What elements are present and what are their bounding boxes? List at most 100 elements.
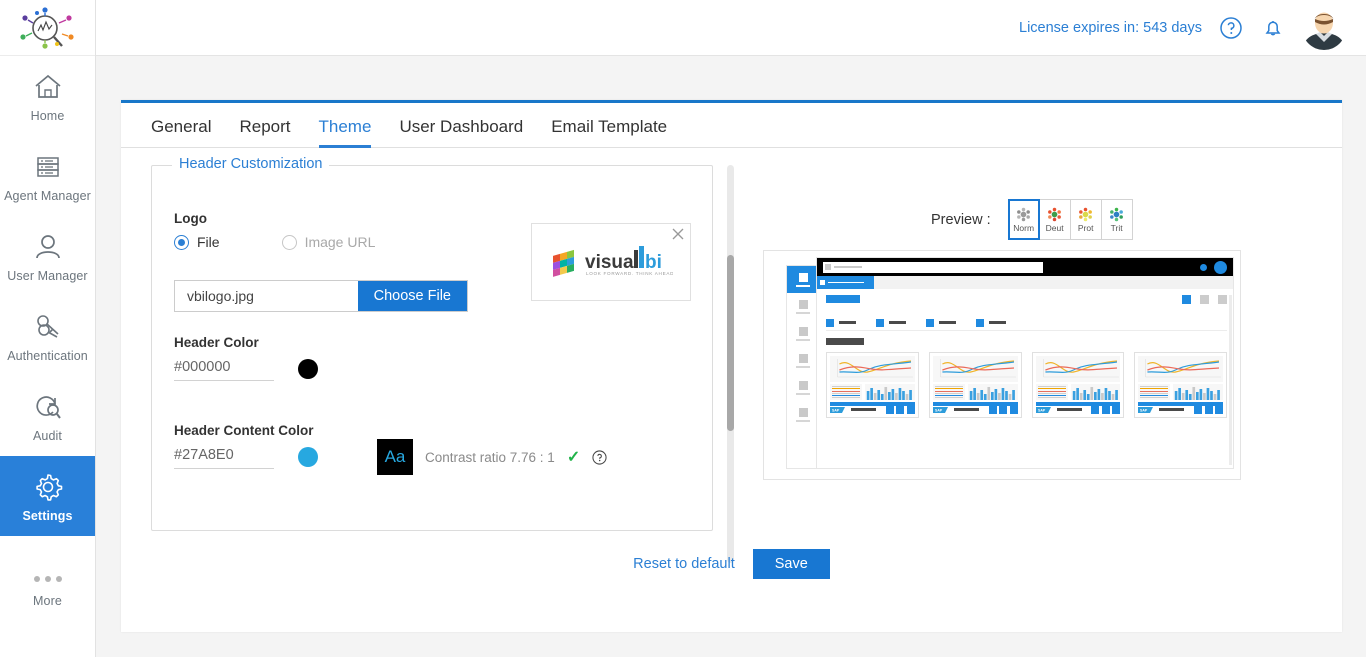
visualbi-logo: visua bi LOOK FORWARD. THINK AHEAD. <box>532 244 690 280</box>
vision-mode-norm[interactable]: Norm <box>1007 199 1040 240</box>
header-customization-fieldset: Header Customization Logo File Image URL… <box>151 156 713 531</box>
content-scrollbar-track[interactable] <box>727 165 734 563</box>
footer-actions: Reset to default Save <box>121 549 1342 579</box>
sidebar-item-label: Audit <box>33 428 62 443</box>
sidebar-item-home[interactable]: Home <box>0 56 95 136</box>
tab-user-dashboard[interactable]: User Dashboard <box>385 117 537 147</box>
sidebar-item-settings[interactable]: Settings <box>0 456 95 536</box>
mock-main: SAP SAP SAP SAP <box>816 257 1234 469</box>
mock-report-card: SAP <box>826 352 919 418</box>
mock-card-footer: SAP <box>1138 405 1223 414</box>
gear-icon <box>31 470 65 504</box>
sidebar-item-agent-manager[interactable]: Agent Manager <box>0 136 95 216</box>
analytics-magnifier-logo-icon <box>19 6 74 49</box>
mock-status-dot <box>1200 263 1207 271</box>
header-color-swatch[interactable] <box>298 358 318 379</box>
logo-label: Logo <box>174 211 207 226</box>
file-name-value[interactable]: vbilogo.jpg <box>175 288 358 304</box>
tab-report[interactable]: Report <box>225 117 304 147</box>
tab-theme[interactable]: Theme <box>305 117 386 148</box>
sidebar-item-more[interactable]: More <box>0 548 95 628</box>
vision-mode-trit[interactable]: Trit <box>1100 199 1133 240</box>
mock-legend <box>1035 384 1068 400</box>
sidebar-item-label: Agent Manager <box>4 188 91 203</box>
mock-tabbar <box>817 276 1233 289</box>
mock-avatar-dot <box>1214 260 1227 274</box>
sidebar-item-user-manager[interactable]: User Manager <box>0 216 95 296</box>
header-content-color-swatch[interactable] <box>298 446 318 467</box>
settings-card: General Report Theme User Dashboard Emai… <box>121 100 1342 632</box>
vision-mode-prot[interactable]: Prot <box>1069 199 1102 240</box>
mock-filter-item <box>826 318 856 327</box>
mock-filter-item <box>976 318 1006 327</box>
vision-mode-group: Norm Deut Prot Trit <box>1007 199 1133 240</box>
file-input-row: vbilogo.jpg Choose File <box>174 280 468 312</box>
mock-line-chart <box>1138 356 1223 382</box>
header-content-color-label: Header Content Color <box>174 423 314 438</box>
radio-selected-icon <box>174 234 189 250</box>
sidebar-item-label: Authentication <box>7 348 88 363</box>
sap-logo-icon: SAP <box>1035 406 1051 414</box>
mock-legend <box>830 384 863 400</box>
header-content-color-row <box>174 444 318 469</box>
sidebar-item-label: Home <box>30 108 65 123</box>
mock-filter-row <box>826 315 1227 331</box>
mock-scrollbar <box>1229 295 1232 465</box>
svg-text:SAP: SAP <box>832 408 840 412</box>
vision-deuteranopia-icon <box>1046 207 1063 222</box>
vision-mode-label: Trit <box>1110 222 1123 233</box>
mock-sidebar-item <box>787 347 819 374</box>
preview-header: Preview : Norm Deut Prot Trit <box>931 199 1133 240</box>
tab-general[interactable]: General <box>137 117 225 147</box>
fieldset-legend: Header Customization <box>172 156 330 172</box>
header-color-row <box>174 356 318 381</box>
reset-to-default-link[interactable]: Reset to default <box>633 556 735 572</box>
header-color-input[interactable] <box>174 356 274 381</box>
radio-file[interactable]: File <box>174 234 220 250</box>
save-button[interactable]: Save <box>752 549 830 579</box>
sidebar-item-authentication[interactable]: Authentication <box>0 296 95 376</box>
help-circle-icon[interactable] <box>1218 15 1244 41</box>
mock-report-card: SAP <box>928 352 1022 418</box>
mock-search-box <box>823 261 1043 273</box>
mock-sidebar-item <box>787 401 819 428</box>
sidebar-item-label: User Manager <box>7 268 88 283</box>
mock-sidebar-item <box>787 320 819 347</box>
vision-tritanopia-icon <box>1108 207 1125 222</box>
svg-text:visua: visua <box>585 252 634 273</box>
svg-text:LOOK FORWARD. THINK AHEAD.: LOOK FORWARD. THINK AHEAD. <box>586 271 673 276</box>
svg-text:SAP: SAP <box>935 408 943 412</box>
vision-mode-label: Deut <box>1045 222 1064 233</box>
radio-image-url-label: Image URL <box>304 234 376 250</box>
radio-image-url[interactable]: Image URL <box>281 234 376 250</box>
vision-mode-deut[interactable]: Deut <box>1038 199 1071 240</box>
mock-section-heading <box>826 338 864 345</box>
app-logo[interactable] <box>0 0 95 56</box>
bell-icon[interactable] <box>1260 15 1286 41</box>
radio-file-label: File <box>197 234 220 250</box>
mock-active-tab <box>817 276 874 289</box>
close-icon[interactable] <box>670 226 686 242</box>
mock-line-chart <box>830 356 915 382</box>
contrast-pass-check-icon: ✓ <box>566 449 581 466</box>
page-body: General Report Theme User Dashboard Emai… <box>96 56 1366 657</box>
avatar[interactable] <box>1302 5 1346 50</box>
mock-report-card: SAP <box>1134 352 1227 418</box>
home-icon <box>31 70 65 104</box>
user-icon <box>31 230 65 264</box>
tab-email-template[interactable]: Email Template <box>537 117 681 147</box>
content-scrollbar-thumb[interactable] <box>727 255 734 431</box>
radio-unselected-icon <box>281 234 297 250</box>
sidebar-item-audit[interactable]: Audit <box>0 376 95 456</box>
mock-line-chart <box>1035 356 1121 382</box>
mock-title-bar <box>826 295 860 303</box>
sap-logo-icon: SAP <box>932 406 948 414</box>
keys-icon <box>31 310 65 344</box>
header-content-color-input[interactable] <box>174 444 274 469</box>
mock-bar-chart <box>1173 384 1223 400</box>
choose-file-button[interactable]: Choose File <box>357 281 467 311</box>
mock-topbar-right <box>1200 260 1227 274</box>
mock-toolbar-icons <box>1182 295 1227 304</box>
tab-bar: General Report Theme User Dashboard Emai… <box>121 103 1342 148</box>
contrast-help-icon[interactable] <box>592 449 607 465</box>
